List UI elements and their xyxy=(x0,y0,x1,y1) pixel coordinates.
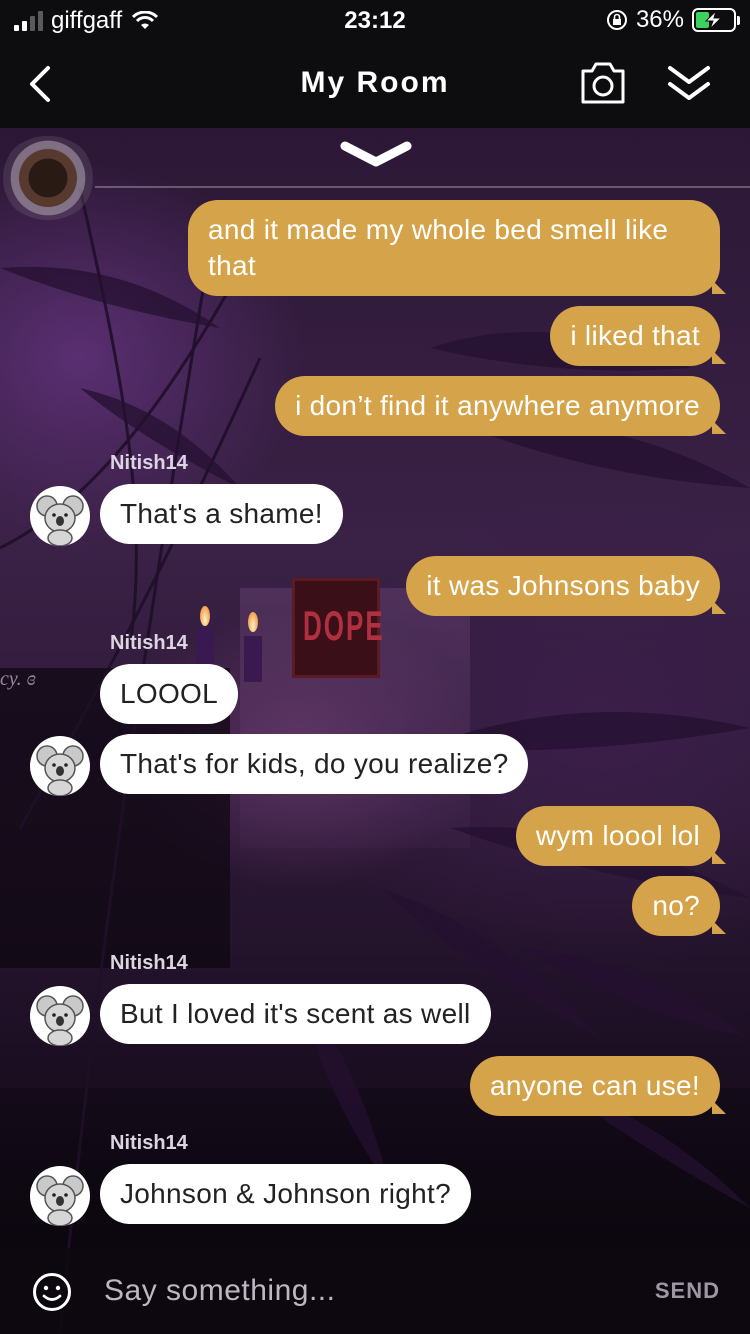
message-text: But I loved it's scent as well xyxy=(120,998,471,1029)
my-message[interactable]: i liked that xyxy=(550,306,720,366)
their-message[interactable]: LOOOL xyxy=(100,664,238,724)
sender-name: Nitish14 xyxy=(110,632,188,654)
page-title: My Room xyxy=(300,66,450,99)
my-message[interactable]: no? xyxy=(632,876,720,936)
message-text: wym loool lol xyxy=(535,820,700,851)
sender-name: Nitish14 xyxy=(110,1132,188,1154)
room-owner-avatar[interactable] xyxy=(0,136,96,220)
my-message[interactable]: and it made my whole bed smell like that xyxy=(188,200,720,296)
battery-percent: 36% xyxy=(635,6,684,33)
message-text: it was Johnsons baby xyxy=(426,570,700,601)
koala-icon xyxy=(36,745,84,796)
battery-charging-icon xyxy=(692,8,740,32)
chevron-down-icon[interactable] xyxy=(339,136,413,172)
message-text: i liked that xyxy=(570,320,700,351)
their-message[interactable]: Johnson & Johnson right? xyxy=(100,1164,471,1224)
status-right: 36% xyxy=(606,6,740,34)
message-text: no? xyxy=(652,890,700,921)
their-message[interactable]: That's a shame! xyxy=(100,484,343,544)
charging-bolt-icon xyxy=(704,10,723,30)
room-header: My Room xyxy=(0,42,750,128)
koala-icon xyxy=(36,1175,84,1226)
message-text: That's for kids, do you realize? xyxy=(120,748,509,779)
koala-avatar[interactable] xyxy=(30,486,90,546)
their-message[interactable]: But I loved it's scent as well xyxy=(100,984,491,1044)
koala-avatar[interactable] xyxy=(30,1166,90,1226)
my-message[interactable]: anyone can use! xyxy=(470,1056,720,1116)
sender-name: Nitish14 xyxy=(110,452,188,474)
koala-icon xyxy=(36,995,84,1046)
message-text: i don’t find it anywhere anymore xyxy=(295,390,700,421)
message-text: That's a shame! xyxy=(120,498,323,529)
koala-avatar[interactable] xyxy=(30,736,90,796)
message-text: LOOOL xyxy=(120,678,218,709)
their-message[interactable]: That's for kids, do you realize? xyxy=(100,734,529,794)
koala-avatar[interactable] xyxy=(30,986,90,1046)
message-input[interactable] xyxy=(104,1270,624,1312)
emoji-icon[interactable] xyxy=(32,1272,72,1312)
composer-bar: SEND xyxy=(0,1248,750,1334)
divider xyxy=(95,186,750,188)
double-chevron-down-icon[interactable] xyxy=(664,62,714,106)
my-message[interactable]: i don’t find it anywhere anymore xyxy=(275,376,720,436)
status-bar: giffgaff 23:12 36% xyxy=(0,0,750,42)
orientation-lock-icon xyxy=(606,10,627,30)
message-text: anyone can use! xyxy=(490,1070,700,1101)
send-button[interactable]: SEND xyxy=(655,1278,720,1304)
my-message[interactable]: it was Johnsons baby xyxy=(406,556,720,616)
my-message[interactable]: wym loool lol xyxy=(515,806,720,866)
camera-icon[interactable] xyxy=(578,58,628,108)
sender-name: Nitish14 xyxy=(110,952,188,974)
koala-icon xyxy=(36,495,84,546)
message-text: and it made my whole bed smell like that xyxy=(208,214,669,281)
message-text: Johnson & Johnson right? xyxy=(120,1178,451,1209)
